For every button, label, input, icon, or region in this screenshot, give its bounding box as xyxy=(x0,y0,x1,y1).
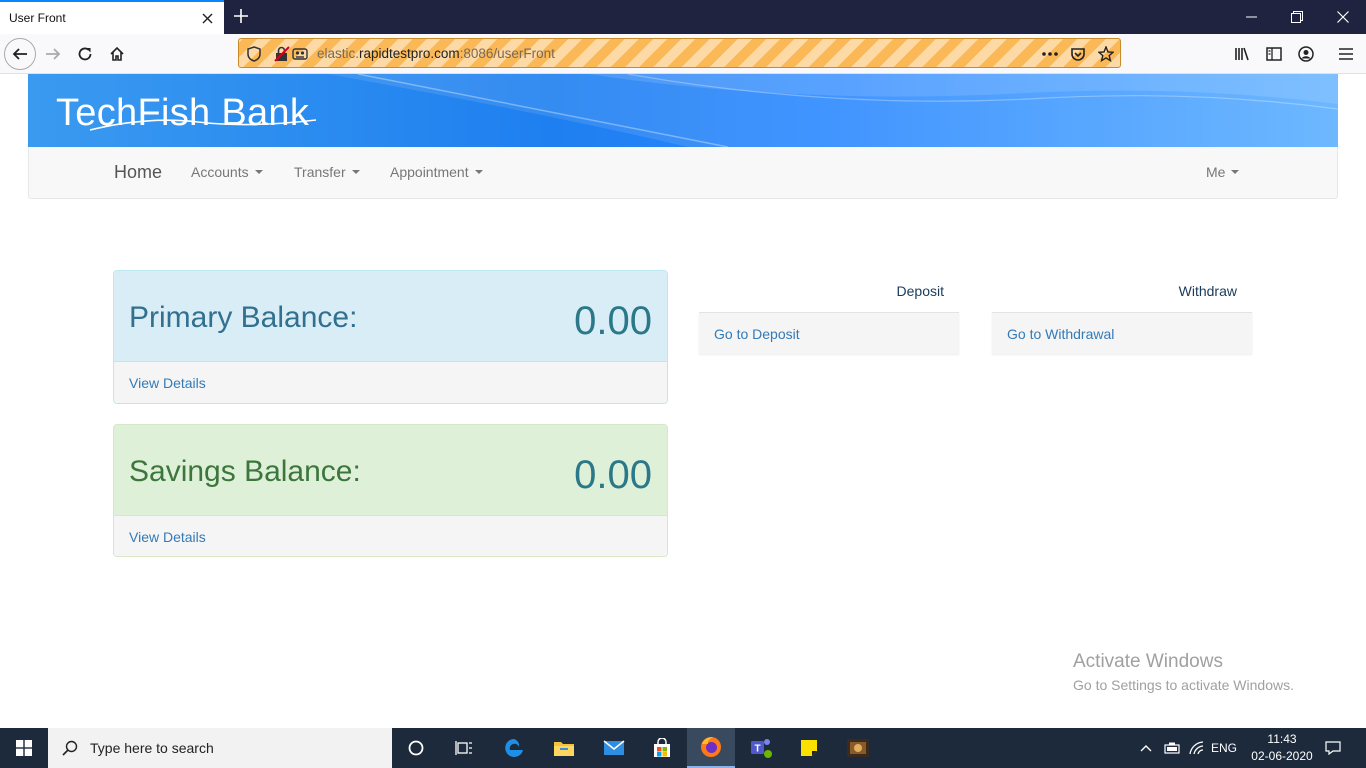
show-hidden-icons-chevron-icon[interactable] xyxy=(1136,728,1156,768)
firefox-icon[interactable] xyxy=(687,728,735,768)
nav-appointment-dropdown[interactable]: Appointment xyxy=(390,147,483,197)
microsoft-store-icon[interactable] xyxy=(638,728,686,768)
forward-arrow-icon[interactable] xyxy=(37,38,69,70)
input-language-indicator[interactable]: ENG xyxy=(1210,728,1238,768)
go-to-deposit-link[interactable]: Go to Deposit xyxy=(699,312,959,354)
clock-date: 02-06-2020 xyxy=(1251,749,1313,763)
primary-balance-panel: Primary Balance: 0.00 View Details xyxy=(113,270,668,404)
nav-me-label: Me xyxy=(1206,164,1226,180)
sticky-notes-icon[interactable] xyxy=(785,728,833,768)
primary-balance-heading: Primary Balance: 0.00 xyxy=(114,271,667,362)
app-navbar: Home Accounts Transfer Appointment Me xyxy=(28,147,1338,199)
taskbar-search-placeholder: Type here to search xyxy=(90,740,214,756)
back-arrow-icon[interactable] xyxy=(4,38,36,70)
clock-time: 11:43 xyxy=(1267,732,1297,746)
account-icon[interactable] xyxy=(1290,38,1322,70)
cortana-icon[interactable] xyxy=(392,728,440,768)
primary-view-details-link[interactable]: View Details xyxy=(114,362,667,403)
nav-home[interactable]: Home xyxy=(114,147,162,197)
task-view-icon[interactable] xyxy=(440,728,488,768)
mail-icon[interactable] xyxy=(590,728,638,768)
windows-start-icon[interactable] xyxy=(0,728,48,768)
microsoft-teams-icon[interactable]: T xyxy=(737,728,785,768)
browser-toolbar: elastic.rapidtestpro.com:8086/userFront xyxy=(0,34,1366,74)
address-bar[interactable]: elastic.rapidtestpro.com:8086/userFront xyxy=(238,38,1121,68)
activate-windows-title: Activate Windows xyxy=(1073,651,1223,672)
sidebar-icon[interactable] xyxy=(1258,38,1290,70)
search-icon xyxy=(62,740,78,756)
logo-swoosh-graphic xyxy=(89,119,317,131)
battery-icon[interactable] xyxy=(1160,728,1184,768)
notifications-icon[interactable] xyxy=(1320,728,1346,768)
reload-icon[interactable] xyxy=(69,38,101,70)
menu-hamburger-icon[interactable] xyxy=(1330,38,1362,70)
savings-balance-label: Savings Balance: xyxy=(129,455,361,488)
web-page: TechFish Bank Home Accounts Transfer App… xyxy=(0,74,1366,728)
savings-balance-panel: Savings Balance: 0.00 View Details xyxy=(113,424,668,557)
page-actions-icon[interactable] xyxy=(1041,45,1059,63)
savings-balance-amount: 0.00 xyxy=(574,453,652,497)
taskbar-clock[interactable]: 11:43 02-06-2020 xyxy=(1246,731,1318,765)
svg-text:T: T xyxy=(754,744,760,755)
savings-view-details-link[interactable]: View Details xyxy=(114,516,667,556)
new-tab-icon[interactable] xyxy=(230,5,252,27)
nav-appointment-label: Appointment xyxy=(390,164,469,180)
windows-taskbar: Type here to search T ENG 11:43 02-06-20… xyxy=(0,728,1366,768)
url-domain: rapidtestpro.com xyxy=(359,46,460,61)
minimize-icon[interactable] xyxy=(1228,0,1274,34)
browser-tab[interactable]: User Front xyxy=(0,0,224,34)
permissions-icon[interactable] xyxy=(291,45,309,63)
activate-windows-subtitle: Go to Settings to activate Windows. xyxy=(1073,677,1294,693)
edge-browser-icon[interactable] xyxy=(490,728,538,768)
caret-down-icon xyxy=(254,170,263,174)
close-window-icon[interactable] xyxy=(1320,0,1366,34)
shield-icon[interactable] xyxy=(245,45,263,63)
tab-title: User Front xyxy=(9,11,66,25)
caret-down-icon xyxy=(474,170,483,174)
library-icon[interactable] xyxy=(1226,38,1258,70)
caret-down-icon xyxy=(1231,170,1240,174)
pinned-app-icon[interactable] xyxy=(834,728,882,768)
url-path: :8086/userFront xyxy=(459,46,555,61)
savings-balance-heading: Savings Balance: 0.00 xyxy=(114,425,667,516)
pocket-icon[interactable] xyxy=(1069,45,1087,63)
caret-down-icon xyxy=(351,170,360,174)
nav-me-dropdown[interactable]: Me xyxy=(1206,147,1240,197)
restore-icon[interactable] xyxy=(1274,0,1320,34)
browser-title-bar: User Front xyxy=(0,0,1366,34)
url-text[interactable]: elastic.rapidtestpro.com:8086/userFront xyxy=(317,46,555,61)
primary-balance-label: Primary Balance: xyxy=(129,301,358,334)
withdraw-title: Withdraw xyxy=(1178,283,1237,299)
url-subdomain: elastic. xyxy=(317,46,360,61)
nav-transfer-label: Transfer xyxy=(294,164,346,180)
taskbar-search-box[interactable]: Type here to search xyxy=(48,728,392,768)
primary-balance-amount: 0.00 xyxy=(574,299,652,343)
go-to-withdrawal-link[interactable]: Go to Withdrawal xyxy=(992,312,1252,354)
bank-banner: TechFish Bank xyxy=(28,74,1338,147)
close-tab-icon[interactable] xyxy=(198,9,216,27)
home-icon[interactable] xyxy=(101,38,133,70)
bookmark-star-icon[interactable] xyxy=(1097,45,1115,63)
file-explorer-icon[interactable] xyxy=(540,728,588,768)
nav-transfer-dropdown[interactable]: Transfer xyxy=(294,147,360,197)
insecure-connection-icon[interactable] xyxy=(273,45,291,63)
nav-accounts-label: Accounts xyxy=(191,164,249,180)
deposit-title: Deposit xyxy=(896,283,944,299)
nav-accounts-dropdown[interactable]: Accounts xyxy=(191,147,263,197)
wifi-icon[interactable] xyxy=(1186,728,1208,768)
